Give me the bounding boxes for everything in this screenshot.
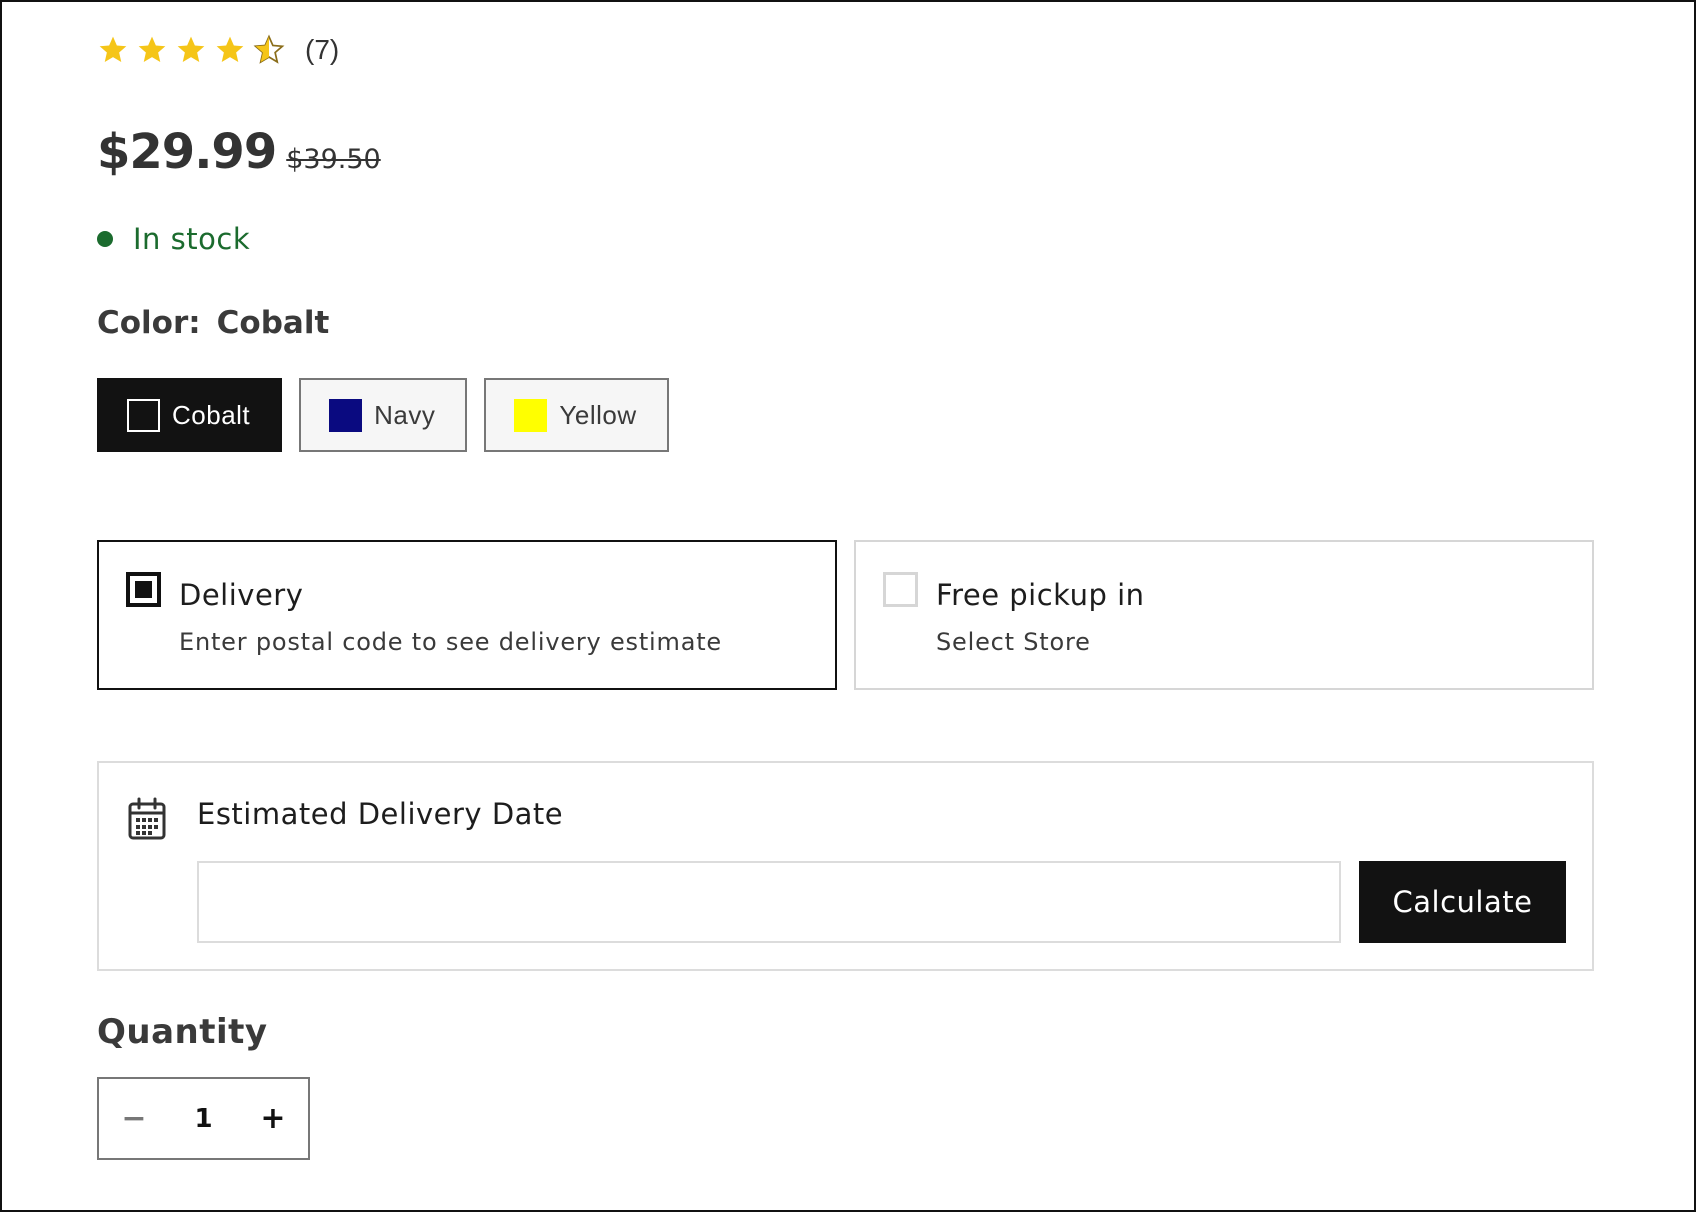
delivery-title: Delivery — [179, 578, 304, 612]
stock-dot-icon — [97, 231, 113, 247]
swatch-label: Yellow — [559, 399, 637, 430]
quantity-increase-button[interactable]: + — [238, 1079, 308, 1158]
swatch-yellow[interactable]: Yellow — [484, 378, 669, 452]
delivery-estimate-panel: Estimated Delivery Date Calculate — [97, 761, 1594, 971]
price-compare-at: $39.50 — [286, 144, 381, 175]
pickup-store-link[interactable]: Select Store — [936, 628, 1145, 656]
quantity-input[interactable] — [169, 1103, 238, 1134]
star-icon-half — [253, 34, 285, 64]
swatch-label: Cobalt — [172, 399, 251, 430]
quantity-stepper: − + — [97, 1077, 310, 1160]
color-option-label: Color: Cobalt — [97, 305, 329, 341]
pickup-title: Free pickup in — [936, 578, 1145, 612]
quantity-decrease-button[interactable]: − — [99, 1079, 169, 1158]
color-label: Color: — [97, 305, 201, 341]
stock-label: In stock — [133, 222, 251, 256]
star-icon-full — [216, 36, 244, 62]
star-icon-full — [138, 36, 166, 62]
color-swatches: Cobalt Navy Yellow — [97, 378, 669, 452]
review-count[interactable]: (7) — [305, 34, 339, 66]
swatch-chip-navy — [329, 398, 363, 432]
quantity-label: Quantity — [97, 1012, 268, 1052]
calculate-button[interactable]: Calculate — [1359, 861, 1566, 943]
delivery-subtitle: Enter postal code to see delivery estima… — [179, 628, 722, 656]
swatch-navy[interactable]: Navy — [299, 378, 468, 452]
delivery-text: Delivery Enter postal code to see delive… — [179, 578, 722, 688]
swatch-cobalt[interactable]: Cobalt — [97, 378, 283, 452]
star-icon-full — [99, 36, 127, 62]
pickup-option[interactable]: Free pickup in Select Store — [854, 540, 1594, 690]
swatch-label: Navy — [374, 399, 436, 430]
swatch-chip-yellow — [514, 398, 548, 432]
estimate-title: Estimated Delivery Date — [197, 797, 564, 831]
delivery-radio[interactable] — [126, 572, 161, 607]
price-row: $29.99 $39.50 — [97, 124, 381, 180]
pickup-radio[interactable] — [883, 572, 918, 607]
delivery-option[interactable]: Delivery Enter postal code to see delive… — [97, 540, 837, 690]
star-icon-full — [177, 36, 205, 62]
postal-code-input[interactable] — [197, 861, 1341, 943]
rating-stars — [97, 34, 285, 66]
color-selected-value: Cobalt — [216, 305, 330, 341]
stock-status: In stock — [97, 222, 250, 256]
calendar-icon — [128, 797, 166, 840]
pickup-text: Free pickup in Select Store — [936, 578, 1145, 688]
swatch-chip-cobalt — [127, 398, 160, 432]
product-rating[interactable]: (7) — [97, 34, 339, 66]
price-current: $29.99 — [97, 124, 277, 180]
